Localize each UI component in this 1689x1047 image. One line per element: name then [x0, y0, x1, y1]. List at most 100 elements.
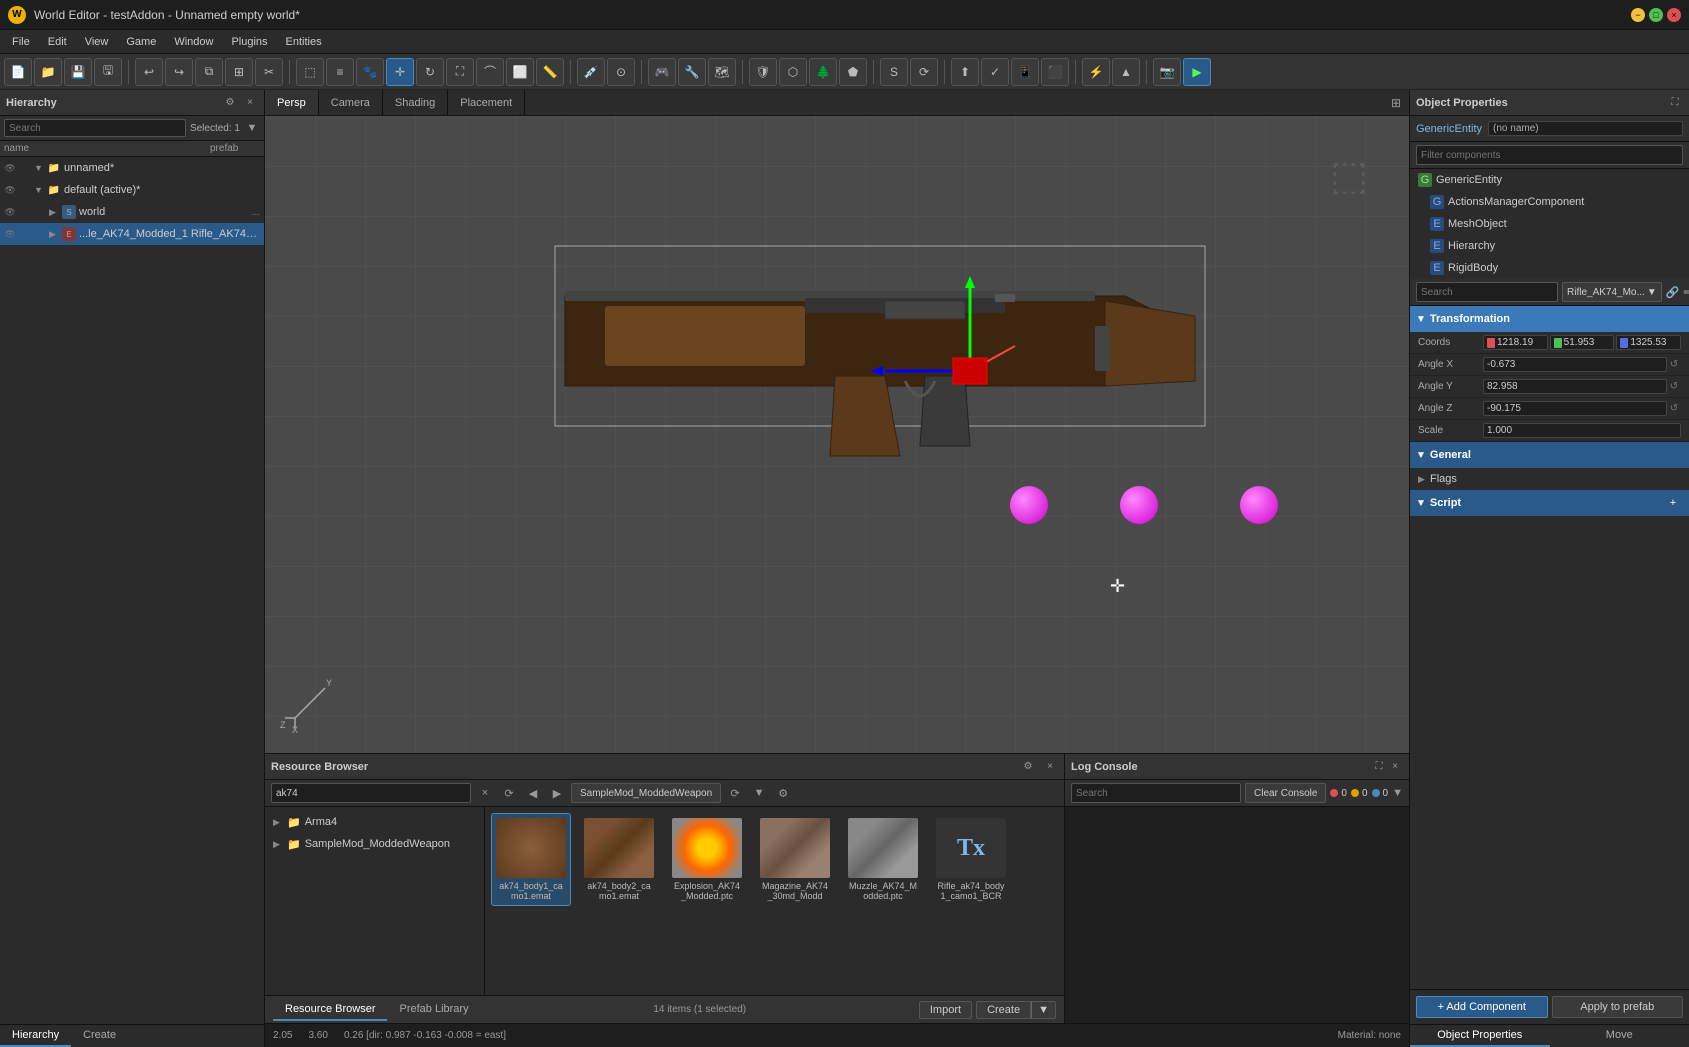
rotate-tool[interactable]: ↻	[416, 58, 444, 86]
eye-icon-unnamed[interactable]: 👁	[4, 162, 16, 174]
menu-game[interactable]: Game	[118, 34, 164, 50]
op-link-icon[interactable]: 🔗	[1666, 282, 1680, 302]
general-section-header[interactable]: ▼ General	[1410, 442, 1689, 468]
tree-item-default[interactable]: 👁 ▼ 📁 default (active)*	[0, 179, 264, 201]
rb-settings-icon[interactable]: ⚙	[1020, 759, 1036, 775]
tab-hierarchy[interactable]: Hierarchy	[0, 1025, 71, 1047]
angle-z-reset-icon[interactable]: ↺	[1667, 402, 1681, 416]
viewport-tab-camera[interactable]: Camera	[319, 90, 383, 115]
rb-expand-samplemod[interactable]: ▶	[273, 839, 283, 850]
tree-item-world[interactable]: 👁 ▶ S world ...	[0, 201, 264, 223]
viewport-tab-placement[interactable]: Placement	[448, 90, 525, 115]
rb-expand-arma4[interactable]: ▶	[273, 817, 283, 828]
import-button[interactable]: Import	[919, 1001, 972, 1019]
menu-view[interactable]: View	[77, 34, 117, 50]
rb-refresh-icon[interactable]: ⟳	[499, 783, 519, 803]
layer-tool[interactable]: ≡	[326, 58, 354, 86]
hierarchy-settings-icon[interactable]: ⚙	[222, 95, 238, 111]
eye-icon-rifle[interactable]: 👁	[4, 228, 16, 240]
copy-button[interactable]: ⧉	[195, 58, 223, 86]
fullscreen-tool[interactable]: ⛶	[446, 58, 474, 86]
op-tab-move[interactable]: Move	[1550, 1025, 1689, 1047]
export-tool[interactable]: ⬆	[951, 58, 979, 86]
terrain-tool[interactable]: ▲	[1112, 58, 1140, 86]
lc-expand-icon[interactable]: ⛶	[1371, 759, 1387, 775]
file-thumb-1[interactable]: ak74_body2_camo1.emat	[579, 813, 659, 906]
wrench-tool[interactable]: 🔧	[678, 58, 706, 86]
save-as-button[interactable]: 🖫	[94, 58, 122, 86]
mobile-tool[interactable]: 📱	[1011, 58, 1039, 86]
expand-arrow-rifle[interactable]: ▶	[49, 229, 59, 240]
frame-tool[interactable]: ⬜	[506, 58, 534, 86]
op-search-input[interactable]	[1416, 282, 1558, 302]
angle-x-value[interactable]: -0.673	[1483, 357, 1667, 372]
new-button[interactable]: 📄	[4, 58, 32, 86]
rock-tool[interactable]: ⬟	[839, 58, 867, 86]
viewport-grid-icon[interactable]: ⊞	[1383, 90, 1409, 116]
scale-value[interactable]: 1.000	[1483, 423, 1681, 438]
angle-z-value[interactable]: -90.175	[1483, 401, 1667, 416]
menu-edit[interactable]: Edit	[40, 34, 75, 50]
rb-filter-icon[interactable]: ▼	[749, 783, 769, 803]
orbit-tool[interactable]: ⊙	[607, 58, 635, 86]
curve-tool[interactable]: ⌒	[476, 58, 504, 86]
file-thumb-3[interactable]: Magazine_AK74_30md_Modd	[755, 813, 835, 906]
file-thumb-5[interactable]: Tx Rifle_ak74_body1_camo1_BCR	[931, 813, 1011, 906]
minimize-button[interactable]: −	[1631, 8, 1645, 22]
shield-tool[interactable]: 🛡	[749, 58, 777, 86]
menu-plugins[interactable]: Plugins	[223, 34, 275, 50]
redo-button[interactable]: ↪	[165, 58, 193, 86]
file-thumb-4[interactable]: Muzzle_AK74_Modded.ptc	[843, 813, 923, 906]
box-tool[interactable]: ⬚	[296, 58, 324, 86]
viewport-tab-persp[interactable]: Persp	[265, 90, 319, 115]
coord-z-value[interactable]: 1325.53	[1616, 335, 1681, 350]
maximize-button[interactable]: □	[1649, 8, 1663, 22]
lc-close-icon[interactable]: ×	[1387, 759, 1403, 775]
play-tool[interactable]: ▶	[1183, 58, 1211, 86]
map-tool[interactable]: 🗺	[708, 58, 736, 86]
eye-dropper[interactable]: 💉	[577, 58, 605, 86]
comp-item-meshobject[interactable]: E MeshObject	[1410, 213, 1689, 235]
rb-settings2-icon[interactable]: ⚙	[773, 783, 793, 803]
angle-x-reset-icon[interactable]: ↺	[1667, 358, 1681, 372]
rb-path-refresh-icon[interactable]: ⟳	[725, 783, 745, 803]
apply-to-prefab-button[interactable]: Apply to prefab	[1552, 996, 1684, 1018]
tree-item-unnamed[interactable]: 👁 ▼ 📁 unnamed*	[0, 157, 264, 179]
camera-tool[interactable]: 📷	[1153, 58, 1181, 86]
comp-item-rigidbody[interactable]: E RigidBody	[1410, 257, 1689, 279]
hierarchy-close-icon[interactable]: ×	[242, 95, 258, 111]
viewport-canvas[interactable]: ⬚ Y Z X ✛	[265, 116, 1409, 753]
entity-tool[interactable]: ⬡	[779, 58, 807, 86]
entity-name-field[interactable]: (no name)	[1488, 121, 1683, 136]
logo-tool[interactable]: ⬛	[1041, 58, 1069, 86]
hierarchy-filter-icon[interactable]: ▼	[244, 120, 260, 136]
clear-console-button[interactable]: Clear Console	[1245, 783, 1326, 803]
menu-file[interactable]: File	[4, 34, 38, 50]
save-button[interactable]: 💾	[64, 58, 92, 86]
check-tool[interactable]: ✓	[981, 58, 1009, 86]
create-dropdown-button[interactable]: ▼	[1031, 1001, 1056, 1019]
gamepad-tool[interactable]: 🎮	[648, 58, 676, 86]
rb-clear-search-icon[interactable]: ×	[475, 783, 495, 803]
angle-y-value[interactable]: 82.958	[1483, 379, 1667, 394]
paint-tool[interactable]: 🐾	[356, 58, 384, 86]
tree-tool[interactable]: 🌲	[809, 58, 837, 86]
tab-resource-browser[interactable]: Resource Browser	[273, 999, 387, 1021]
coord-y-value[interactable]: 51.953	[1550, 335, 1615, 350]
log-console-search-input[interactable]	[1071, 783, 1241, 803]
expand-arrow-default[interactable]: ▼	[34, 185, 44, 195]
script-section-header[interactable]: ▼ Script +	[1410, 490, 1689, 516]
resource-browser-search-input[interactable]	[271, 783, 471, 803]
file-thumb-2[interactable]: Explosion_AK74_Modded.ptc	[667, 813, 747, 906]
rb-tree-item-arma4[interactable]: ▶ 📁 Arma4	[265, 811, 484, 833]
hierarchy-search-input[interactable]	[4, 119, 186, 137]
create-button[interactable]: Create	[976, 1001, 1031, 1019]
paste-button[interactable]: ⊞	[225, 58, 253, 86]
move-tool[interactable]: ✛	[386, 58, 414, 86]
open-button[interactable]: 📁	[34, 58, 62, 86]
rb-back-icon[interactable]: ◀	[523, 783, 543, 803]
tab-prefab-library[interactable]: Prefab Library	[387, 999, 480, 1021]
expand-arrow-world[interactable]: ▶	[49, 207, 59, 218]
transformation-section-header[interactable]: ▼ Transformation	[1410, 306, 1689, 332]
comp-item-actionsmanager[interactable]: G ActionsManagerComponent	[1410, 191, 1689, 213]
